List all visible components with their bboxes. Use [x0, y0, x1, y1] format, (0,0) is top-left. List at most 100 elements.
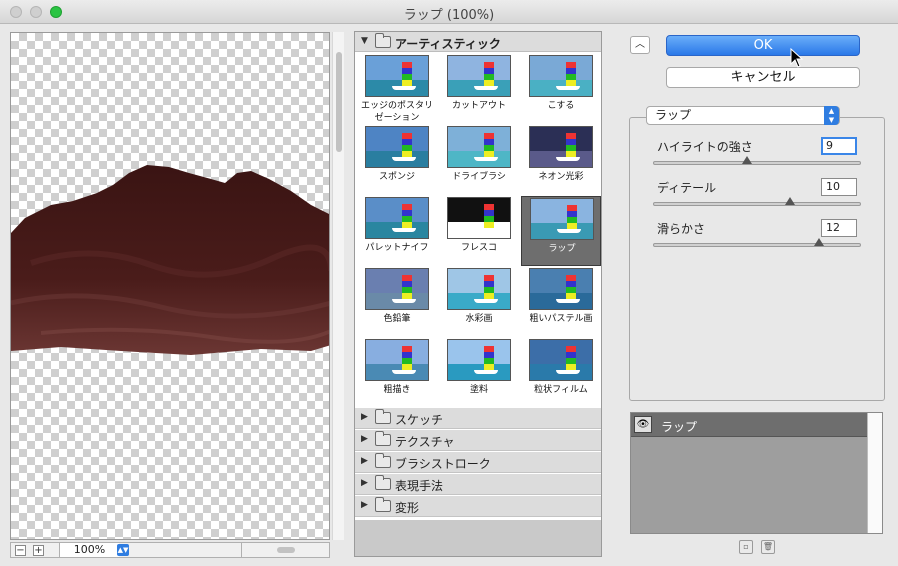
filter-thumb-label: エッジのポスタリゼーション — [360, 101, 433, 123]
scroll-divider — [241, 543, 242, 557]
filter-thumb[interactable]: ドライブラシ — [439, 125, 519, 195]
delete-effect-layer-icon[interactable]: 🗑 — [761, 540, 775, 554]
filter-thumb[interactable]: 粗描き — [357, 338, 437, 408]
smoothness-input[interactable]: 12 — [821, 219, 857, 237]
browser-empty-area — [355, 520, 601, 556]
filter-thumb-label: 塗料 — [469, 385, 488, 395]
highlight-strength-label: ハイライトの強さ — [657, 140, 753, 154]
filter-thumb-label: 粗いパステル画 — [529, 314, 593, 324]
filter-thumb-image — [365, 339, 429, 381]
filter-thumb-label: フレスコ — [460, 243, 497, 253]
title-bar: ラップ (100%) — [0, 0, 898, 24]
preview-vertical-thumb[interactable] — [336, 52, 342, 152]
highlight-strength-input[interactable]: 9 — [821, 137, 857, 155]
filter-thumb-image — [447, 197, 511, 239]
filter-thumb[interactable]: 色鉛筆 — [357, 267, 437, 337]
new-effect-layer-icon[interactable]: ▫ — [739, 540, 753, 554]
zoom-value[interactable]: 100% — [59, 543, 119, 557]
zoom-in-button[interactable]: + — [33, 545, 44, 556]
category-stylize[interactable]: ▶ 表現手法 — [355, 474, 601, 495]
disclosure-closed-icon[interactable]: ▶ — [361, 456, 368, 466]
filter-thumb[interactable]: フレスコ — [439, 196, 519, 266]
detail-input[interactable]: 10 — [821, 178, 857, 196]
detail-knob[interactable] — [784, 197, 795, 205]
filter-thumb-image — [447, 55, 511, 97]
filter-thumb[interactable]: スポンジ — [357, 125, 437, 195]
filter-thumb-label: 粗描き — [383, 385, 411, 395]
preview-canvas[interactable] — [10, 32, 330, 540]
zoom-out-button[interactable]: − — [15, 545, 26, 556]
effect-layer-name: ラップ — [661, 420, 698, 434]
filter-thumb[interactable]: ネオン光彩 — [521, 125, 601, 195]
filter-thumb-image — [447, 339, 511, 381]
filter-thumb-label: 水彩画 — [465, 314, 493, 324]
filter-thumb[interactable]: エッジのポスタリゼーション — [357, 54, 437, 124]
filter-thumb[interactable]: 粗いパステル画 — [521, 267, 601, 337]
filter-thumb-image — [447, 126, 511, 168]
filter-thumb-image — [365, 268, 429, 310]
select-stepper-icon[interactable]: ▲ ▼ — [824, 106, 839, 125]
filter-thumb-image — [447, 268, 511, 310]
smoothness-knob[interactable] — [813, 238, 824, 246]
filter-thumb[interactable]: 粒状フィルム — [521, 338, 601, 408]
ok-button[interactable]: OK — [666, 35, 860, 56]
layers-scrollbar[interactable] — [867, 413, 882, 533]
disclosure-open-icon[interactable]: ▼ — [361, 36, 368, 46]
category-label: テクスチャ — [395, 435, 455, 449]
filter-thumb-image — [529, 55, 593, 97]
filter-thumb[interactable]: ラップ — [521, 196, 601, 266]
filter-thumb-image — [365, 126, 429, 168]
category-distort[interactable]: ▶ 変形 — [355, 496, 601, 517]
disclosure-closed-icon[interactable]: ▶ — [361, 478, 368, 488]
zoom-stepper-icon[interactable]: ▲▼ — [117, 544, 129, 556]
folder-icon — [375, 431, 391, 446]
filter-thumb-label: スポンジ — [378, 172, 415, 182]
preview-horizontal-thumb[interactable] — [277, 547, 295, 553]
folder-icon — [375, 497, 391, 512]
detail-label: ディテール — [657, 181, 717, 195]
window-title: ラップ (100%) — [403, 8, 495, 23]
filter-thumb-label: こする — [547, 101, 575, 111]
effect-layer-row[interactable]: 👁 ラップ — [631, 413, 867, 437]
filter-thumb[interactable]: カットアウト — [439, 54, 519, 124]
disclosure-closed-icon[interactable]: ▶ — [361, 412, 368, 422]
category-texture[interactable]: ▶ テクスチャ — [355, 430, 601, 451]
filter-thumb-image — [365, 197, 429, 239]
folder-icon — [375, 33, 391, 48]
filter-select-value: ラップ — [655, 108, 692, 122]
filter-thumb[interactable]: 塗料 — [439, 338, 519, 408]
filter-thumb-image — [365, 55, 429, 97]
folder-icon — [375, 475, 391, 490]
mouse-cursor-icon — [790, 48, 804, 68]
highlight-strength-slider[interactable] — [653, 156, 861, 165]
filter-thumb-label: ネオン光彩 — [538, 172, 584, 182]
cancel-button[interactable]: キャンセル — [666, 67, 860, 88]
filter-thumb[interactable]: パレットナイフ — [357, 196, 437, 266]
collapse-gallery-button[interactable]: ︿ — [630, 36, 650, 54]
disclosure-closed-icon[interactable]: ▶ — [361, 500, 368, 510]
filter-thumb-label: 粒状フィルム — [534, 385, 588, 395]
filter-thumb[interactable]: 水彩画 — [439, 267, 519, 337]
visibility-eye-icon[interactable]: 👁 — [634, 416, 652, 433]
category-brush-strokes[interactable]: ▶ ブラシストローク — [355, 452, 601, 473]
detail-slider[interactable] — [653, 197, 861, 206]
category-sketch[interactable]: ▶ スケッチ — [355, 408, 601, 429]
filter-thumb-label: ドライブラシ — [452, 172, 506, 182]
filter-select[interactable]: ラップ ▲ ▼ — [646, 106, 840, 125]
filter-thumb-image — [530, 198, 594, 240]
zoom-bar: − + 100% ▲▼ — [10, 542, 330, 558]
highlight-strength-knob[interactable] — [741, 156, 752, 164]
filter-thumb-label: ラップ — [548, 244, 576, 254]
filter-thumb[interactable]: こする — [521, 54, 601, 124]
category-artistic[interactable]: ▼ アーティスティック — [355, 32, 601, 52]
filter-gallery-window: ラップ (100%) − + 100% ▲▼ ▼ アーティスティック エッジのポ… — [0, 0, 898, 566]
filter-thumb-image — [529, 126, 593, 168]
smoothness-slider[interactable] — [653, 238, 861, 247]
category-label: ブラシストローク — [395, 457, 491, 471]
filter-thumb-label: 色鉛筆 — [383, 314, 411, 324]
preview-vertical-scrollbar[interactable] — [332, 32, 344, 540]
filter-browser: ▼ アーティスティック エッジのポスタリゼーション カットアウト こするスポンジ ドラ… — [354, 31, 602, 557]
folder-icon — [375, 409, 391, 424]
filter-thumb-image — [529, 268, 593, 310]
disclosure-closed-icon[interactable]: ▶ — [361, 434, 368, 444]
